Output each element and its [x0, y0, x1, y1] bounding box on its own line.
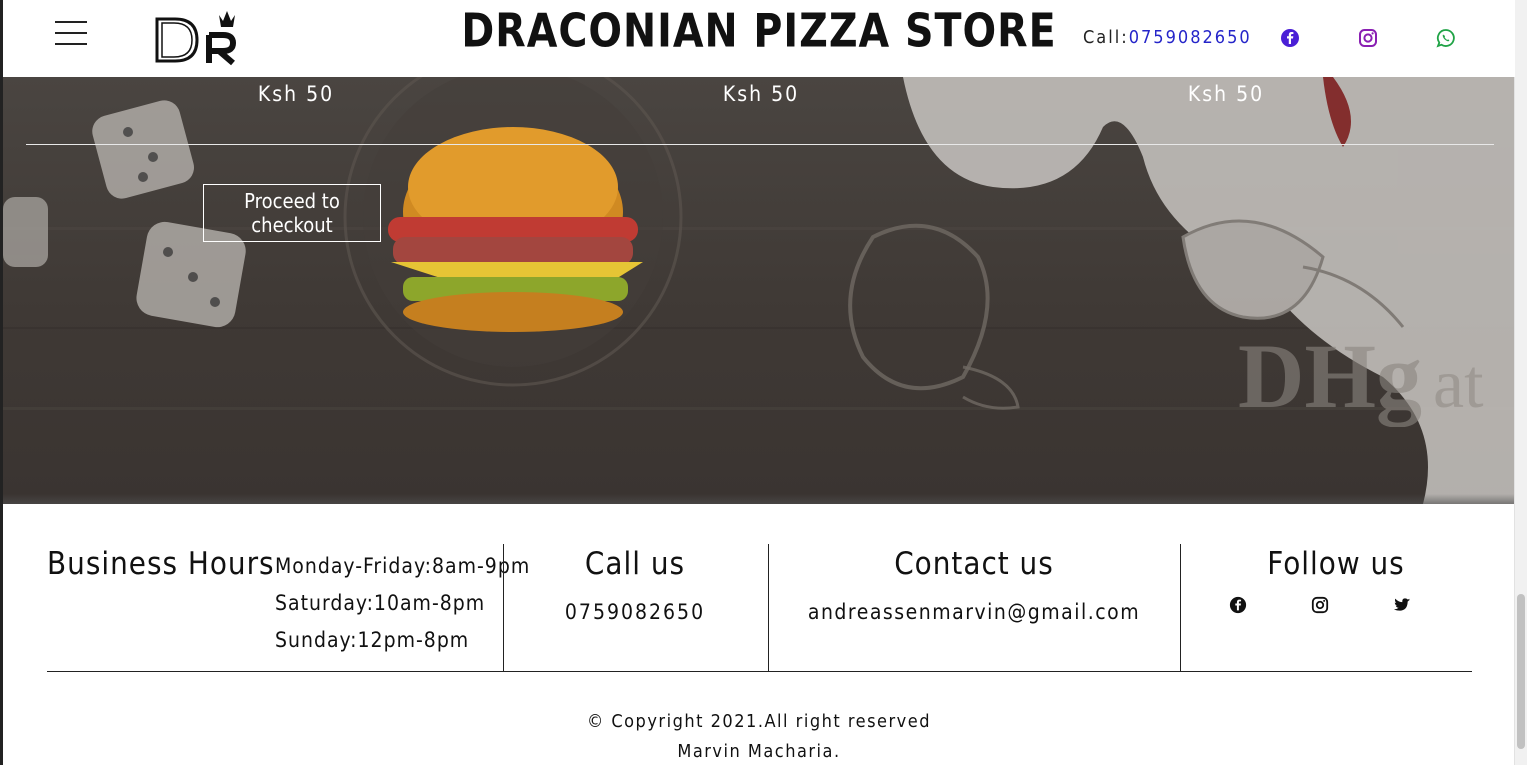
page-scrollbar[interactable]: [1514, 0, 1527, 765]
header-call: Call:0759082650: [1083, 27, 1252, 48]
hours-sunday: Sunday:12pm-8pm: [275, 628, 470, 652]
instagram-icon[interactable]: [1358, 28, 1378, 48]
svg-text:DHg: DHg: [1238, 325, 1422, 427]
whatsapp-icon[interactable]: [1436, 28, 1456, 48]
header-phone-link[interactable]: 0759082650: [1129, 27, 1252, 48]
cart-background: DHg at Ksh 50 Ksh 50 Ksh 50 Proceed to c…: [3, 77, 1515, 504]
call-us-title: Call us: [584, 546, 686, 582]
product-price: Ksh 50: [1187, 82, 1265, 106]
site-header: DRACONIAN PIZZA STORE Call:0759082650: [3, 0, 1515, 77]
facebook-icon[interactable]: [1229, 596, 1247, 614]
call-label: Call:: [1083, 27, 1129, 48]
window-left-border: [0, 0, 3, 765]
twitter-icon[interactable]: [1393, 596, 1411, 614]
footer-bottom-rule: [47, 671, 1472, 672]
business-hours-list: Monday-Friday:8am-9pm Saturday:10am-8pm …: [275, 548, 530, 659]
product-price: Ksh 50: [257, 82, 335, 106]
product-price: Ksh 50: [722, 82, 800, 106]
footer-email[interactable]: andreassenmarvin@gmail.com: [768, 600, 1180, 624]
copyright-text: © Copyright 2021.All right reserved: [587, 711, 931, 732]
contact-us-title: Contact us: [894, 546, 1054, 582]
footer-phone[interactable]: 0759082650: [503, 600, 767, 624]
food-illustration-background: DHg at: [3, 77, 1515, 504]
business-hours-title: Business Hours: [47, 546, 275, 582]
instagram-icon[interactable]: [1311, 596, 1329, 614]
facebook-icon[interactable]: [1280, 28, 1300, 48]
hours-weekdays: Monday-Friday:8am-9pm: [275, 554, 531, 578]
follow-us-title: Follow us: [1267, 546, 1405, 582]
scrollbar-thumb[interactable]: [1517, 594, 1525, 749]
hero-bottom-shadow: [3, 494, 1515, 504]
cart-divider: [26, 144, 1494, 145]
svg-text:at: at: [1433, 346, 1484, 423]
proceed-to-checkout-button[interactable]: Proceed to checkout: [203, 184, 381, 242]
hours-saturday: Saturday:10am-8pm: [275, 591, 486, 615]
author-credit: Marvin Macharia.: [677, 741, 841, 762]
site-footer: Business Hours Monday-Friday:8am-9pm Sat…: [3, 504, 1515, 765]
